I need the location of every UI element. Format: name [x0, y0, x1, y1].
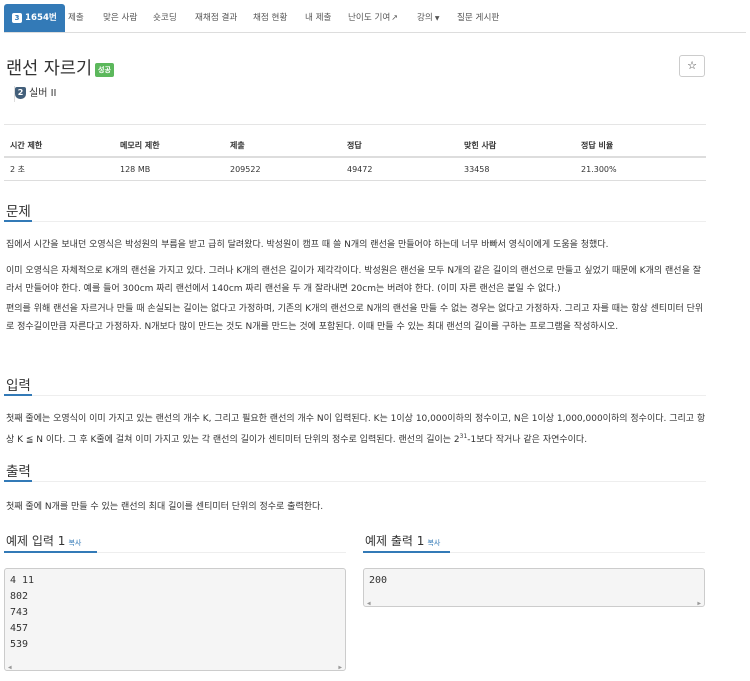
problem-tier[interactable]: 2 실버 II	[14, 86, 56, 102]
accepted-value: 49472	[341, 157, 458, 181]
external-link-icon: ↗	[391, 13, 398, 22]
header-submissions: 제출	[224, 134, 341, 158]
memory-limit-value: 128 MB	[114, 157, 224, 181]
section-title-description: 문제	[6, 204, 31, 220]
scroll-left-icon[interactable]: ◀	[367, 596, 371, 612]
header-time-limit: 시간 제한	[4, 134, 114, 158]
tab-my-submissions[interactable]: 내 제출	[305, 4, 331, 32]
tab-judge-status[interactable]: 채점 현황	[253, 4, 287, 32]
copy-sample-input-button[interactable]: 복사	[68, 539, 81, 547]
table-row: 2 초 128 MB 209522 49472 33458 21.300%	[4, 157, 706, 181]
sample-input-line: 457	[10, 623, 29, 634]
tab-difficulty-contribution[interactable]: 난이도 기여↗	[348, 4, 398, 32]
favorite-star-button[interactable]: ☆	[679, 55, 705, 77]
description-paragraph-1: 집에서 시간을 보내던 오영식은 박성원의 부름을 받고 급히 달려왔다. 박성…	[6, 240, 609, 250]
horizontal-scrollbar[interactable]: ◀ ▶	[364, 596, 704, 607]
sample-input-title: 예제 입력 1 복사	[6, 532, 81, 549]
tab-short-coding[interactable]: 숏코딩	[153, 4, 177, 32]
scroll-left-icon[interactable]: ◀	[8, 660, 12, 676]
tab-lectures[interactable]: 강의 ▼	[417, 4, 439, 32]
sample-output-label: 예제 출력 1	[365, 534, 425, 548]
sample-output-title: 예제 출력 1 복사	[365, 532, 440, 549]
input-text-tail: -1보다 작거나 같은 자연수이다.	[467, 435, 588, 445]
header-solvers: 맞힌 사람	[458, 134, 575, 158]
status-badge: 성공	[95, 63, 114, 77]
tier-label: 실버 II	[29, 88, 57, 99]
header-accepted: 정답	[341, 134, 458, 158]
sample-input-line: 802	[10, 591, 29, 602]
section-accent	[363, 551, 450, 553]
tab-rejudge-result[interactable]: 재채점 결과	[195, 4, 237, 32]
output-paragraph: 첫째 줄에 N개를 만들 수 있는 랜선의 최대 길이를 센티미터 단위의 정수…	[6, 502, 324, 512]
tab-label: 1654번	[25, 13, 57, 23]
submissions-value: 209522	[224, 157, 341, 181]
header-accept-ratio: 정답 비율	[575, 134, 706, 158]
problem-tier-badge: 3	[12, 12, 22, 23]
sample-output-line: 200	[369, 575, 388, 586]
scroll-right-icon[interactable]: ▶	[697, 596, 701, 612]
accept-ratio-value: 21.300%	[575, 157, 706, 181]
scroll-right-icon[interactable]: ▶	[338, 660, 342, 676]
tab-label: 강의	[417, 13, 433, 23]
problem-info-table: 시간 제한 메모리 제한 제출 정답 맞힌 사람 정답 비율 2 초 128 M…	[4, 134, 706, 181]
copy-sample-output-button[interactable]: 복사	[427, 539, 440, 547]
sample-output-box[interactable]: 200 ◀ ▶	[363, 568, 705, 607]
sample-input-box[interactable]: 4 11 802 743 457 539 ◀ ▶	[4, 568, 346, 671]
tier-icon: 2	[15, 87, 26, 99]
divider	[4, 395, 706, 396]
section-accent	[4, 480, 32, 482]
tab-problem[interactable]: 3 1654번	[4, 4, 65, 32]
tab-solvers[interactable]: 맞은 사람	[103, 4, 137, 32]
divider	[4, 221, 706, 222]
divider	[4, 481, 706, 482]
sample-input-line: 4 11	[10, 575, 35, 586]
table-header-row: 시간 제한 메모리 제한 제출 정답 맞힌 사람 정답 비율	[4, 134, 706, 158]
horizontal-scrollbar[interactable]: ◀ ▶	[5, 660, 345, 671]
section-title-output: 출력	[6, 464, 31, 480]
divider	[4, 124, 706, 125]
star-icon: ☆	[687, 59, 697, 72]
section-accent	[4, 220, 32, 222]
tab-question-board[interactable]: 질문 게시판	[457, 4, 499, 32]
tab-submit[interactable]: 제출	[68, 4, 84, 32]
chevron-down-icon: ▼	[434, 15, 440, 22]
sample-input-label: 예제 입력 1	[6, 534, 66, 548]
tab-label: 난이도 기여	[348, 13, 391, 23]
sample-input-line: 743	[10, 607, 29, 618]
description-paragraph-2: 이미 오영식은 자체적으로 K개의 랜선을 가지고 있다. 그러나 K개의 랜선…	[6, 266, 701, 294]
problem-title: 랜선 자르기	[6, 59, 93, 79]
description-paragraph-3: 편의를 위해 랜선을 자르거나 만들 때 손실되는 길이는 없다고 가정하며, …	[6, 304, 704, 332]
section-accent	[4, 551, 97, 553]
section-accent	[4, 394, 32, 396]
input-paragraph: 첫째 줄에는 오영식이 이미 가지고 있는 랜선의 개수 K, 그리고 필요한 …	[6, 410, 706, 449]
input-text: 첫째 줄에는 오영식이 이미 가지고 있는 랜선의 개수 K, 그리고 필요한 …	[6, 414, 706, 445]
time-limit-value: 2 초	[4, 157, 114, 181]
section-title-input: 입력	[6, 378, 31, 394]
solvers-value: 33458	[458, 157, 575, 181]
problem-menu-tabs: 3 1654번 제출 맞은 사람 숏코딩 재채점 결과 채점 현황 내 제출 난이…	[4, 4, 746, 33]
sample-input-line: 539	[10, 639, 29, 650]
header-memory-limit: 메모리 제한	[114, 134, 224, 158]
